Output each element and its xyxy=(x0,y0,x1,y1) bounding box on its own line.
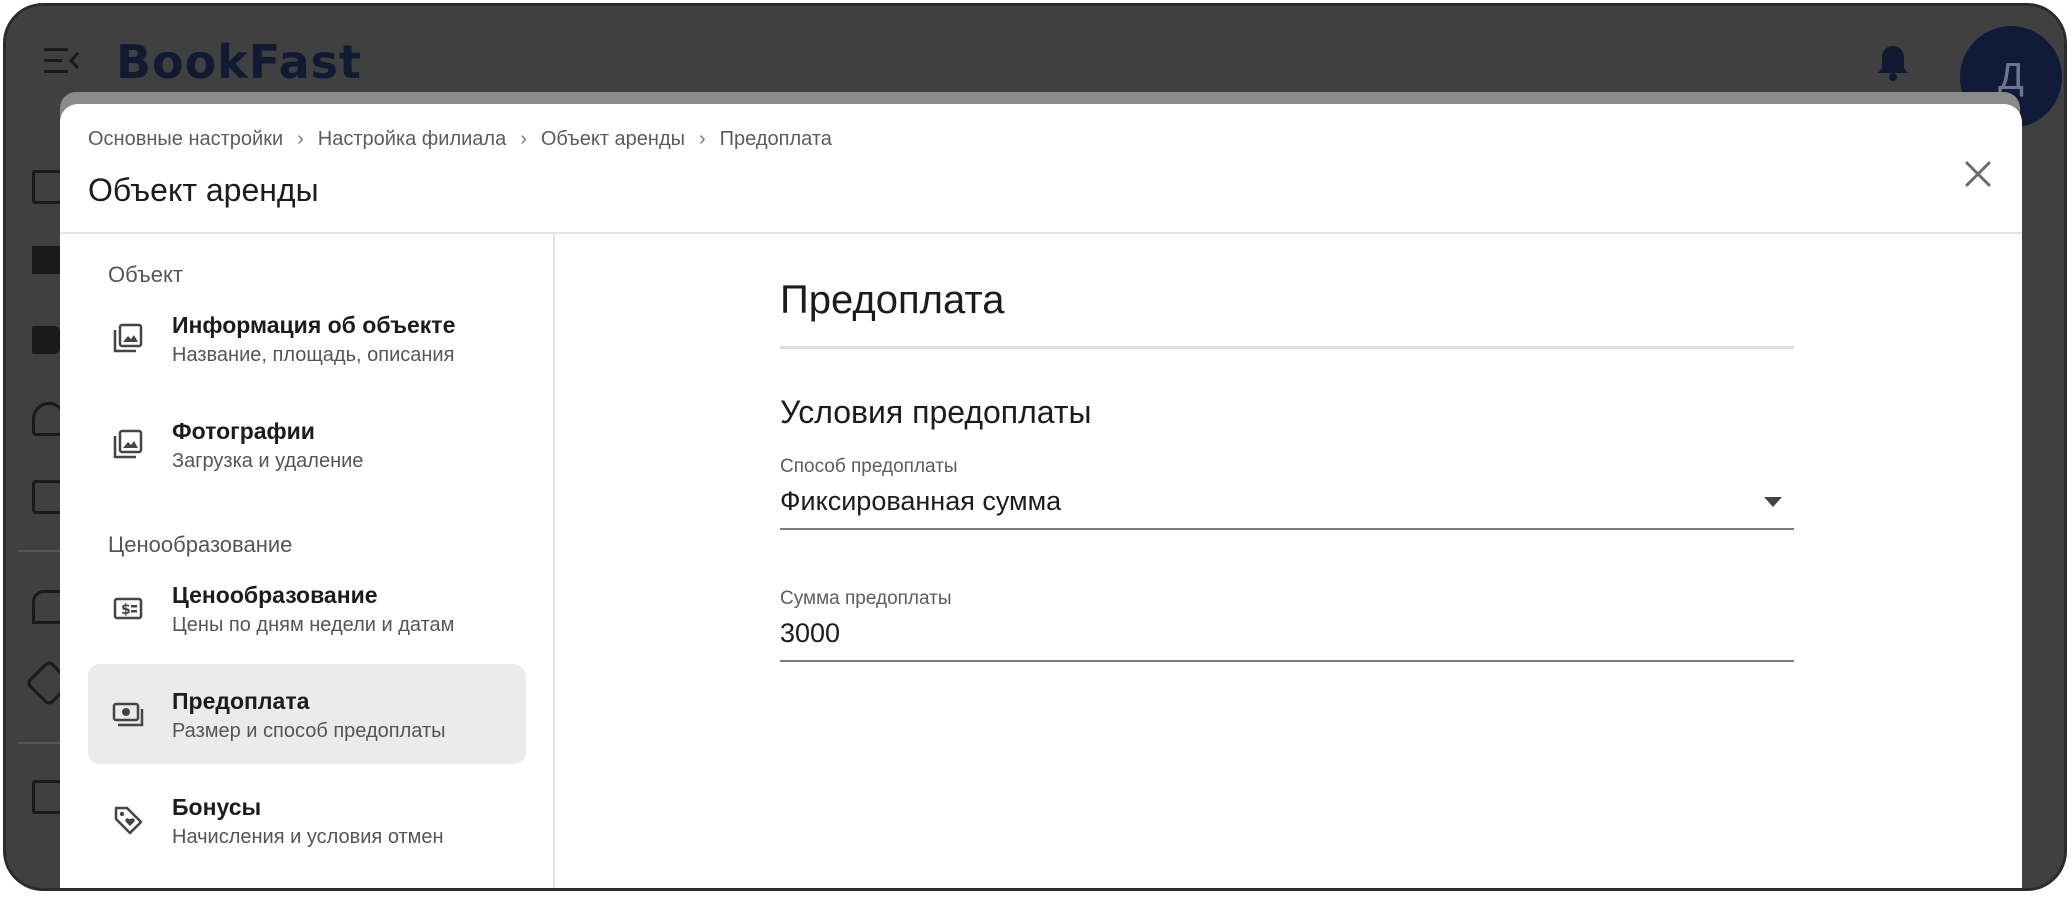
sidebar-item-title: Информация об объекте xyxy=(172,312,456,338)
sidebar-item-subtitle: Загрузка и удаление xyxy=(172,450,364,472)
sidebar-item-pricing[interactable]: $ Ценообразование Цены по дням недели и … xyxy=(88,558,526,658)
sidebar-item-subtitle: Начисления и условия отмен xyxy=(172,826,444,848)
sidebar-item-title: Фотографии xyxy=(172,418,315,444)
dropdown-arrow-icon xyxy=(1764,497,1782,507)
image-stack-icon xyxy=(113,429,143,459)
modal-header: Основные настройки › Настройка филиала ›… xyxy=(60,104,2022,234)
sidebar-section-label: Ценообразование xyxy=(108,532,293,557)
prepayment-method-select[interactable]: Способ предоплаты Фиксированная сумма xyxy=(780,456,1794,530)
close-button[interactable] xyxy=(1958,154,1998,194)
breadcrumb-item[interactable]: Объект аренды xyxy=(541,128,685,151)
sidebar-item-subtitle: Название, площадь, описания xyxy=(172,344,455,366)
bell-icon[interactable] xyxy=(1876,44,1910,82)
device-frame: BookFast Д Основные настройки › Настройк… xyxy=(3,3,2067,891)
field-value: 3000 xyxy=(780,618,841,648)
rail-divider xyxy=(18,550,62,552)
field-label: Сумма предоплаты xyxy=(780,588,952,609)
settings-sidebar: Объект Информация об объекте Название, п… xyxy=(60,234,555,888)
sidebar-item-prepayment[interactable]: Предоплата Размер и способ предоплаты xyxy=(88,664,526,764)
breadcrumb-item[interactable]: Настройка филиала xyxy=(318,128,506,151)
sidebar-item-object-info[interactable]: Информация об объекте Название, площадь,… xyxy=(88,288,526,388)
svg-text:$: $ xyxy=(121,602,131,618)
rail-grid-icon[interactable] xyxy=(32,246,60,274)
breadcrumb: Основные настройки › Настройка филиала ›… xyxy=(88,128,832,151)
section-title: Условия предоплаты xyxy=(780,394,1092,430)
prepayment-amount-field[interactable]: Сумма предоплаты 3000 xyxy=(780,588,1794,662)
sidebar-item-title: Предоплата xyxy=(172,688,310,714)
rail-book-icon[interactable] xyxy=(32,326,60,354)
close-icon xyxy=(1965,161,1991,187)
divider xyxy=(780,346,1794,349)
field-underline xyxy=(780,660,1794,662)
sidebar-item-bonuses[interactable]: Бонусы Начисления и условия отмен xyxy=(88,770,526,870)
sidebar-item-title: Ценообразование xyxy=(172,582,378,608)
page-title: Предоплата xyxy=(780,278,1005,322)
price-tag-dollar-icon: $ xyxy=(113,597,143,620)
sidebar-item-subtitle: Цены по дням недели и датам xyxy=(172,614,455,636)
sidebar-item-title: Бонусы xyxy=(172,794,262,820)
field-label: Способ предоплаты xyxy=(780,456,958,477)
image-stack-icon xyxy=(113,323,143,353)
chevron-right-icon: › xyxy=(520,128,527,150)
menu-collapse-icon[interactable] xyxy=(44,46,80,76)
field-value: Фиксированная сумма xyxy=(780,486,1062,516)
chevron-right-icon: › xyxy=(297,128,304,150)
breadcrumb-item[interactable]: Основные настройки xyxy=(88,128,283,151)
sidebar-item-subtitle: Размер и способ предоплаты xyxy=(172,720,446,742)
chevron-right-icon: › xyxy=(699,128,706,150)
breadcrumb-current: Предоплата xyxy=(719,128,832,150)
modal-title: Объект аренды xyxy=(88,172,319,208)
tag-icon xyxy=(114,806,143,835)
sidebar-item-photos[interactable]: Фотографии Загрузка и удаление xyxy=(88,394,526,494)
cash-stack-icon xyxy=(112,702,144,727)
app-logo[interactable]: BookFast xyxy=(116,34,362,90)
settings-modal: Основные настройки › Настройка филиала ›… xyxy=(60,104,2022,888)
field-underline xyxy=(780,528,1794,530)
rail-divider xyxy=(18,742,62,744)
sidebar-section-label: Объект xyxy=(108,262,183,287)
app-rail xyxy=(6,116,74,888)
